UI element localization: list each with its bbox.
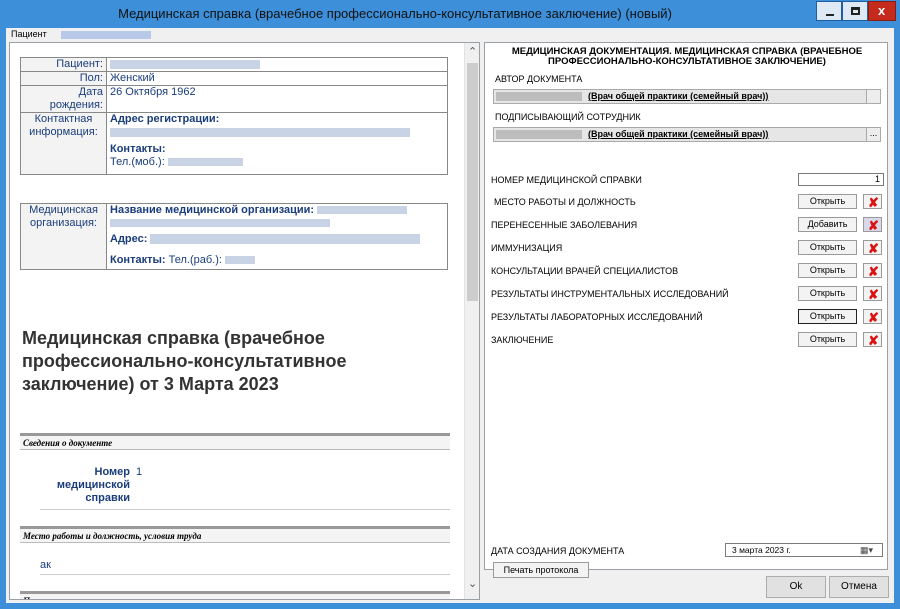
window-title: Медицинская справка (врачебное профессио… bbox=[118, 6, 672, 21]
app-window: Медицинская справка (врачебное профессио… bbox=[0, 0, 900, 609]
delete-icon: ✘ bbox=[868, 287, 879, 302]
organization-info-table: Медицинская организация: Название медици… bbox=[20, 203, 448, 270]
delete-icon: ✘ bbox=[868, 218, 879, 233]
print-protocol-button[interactable]: Печать протокола bbox=[493, 562, 589, 578]
delete-icon: ✘ bbox=[868, 241, 879, 256]
ok-button[interactable]: Ok bbox=[766, 576, 826, 598]
title-bar: Медицинская справка (врачебное профессио… bbox=[0, 0, 900, 28]
mobile-phone-label: Тел.(моб.): bbox=[110, 156, 165, 168]
delete-icon: ✘ bbox=[868, 333, 879, 348]
work-value: ак bbox=[40, 559, 51, 571]
row-label-laboratory: РЕЗУЛЬТАТЫ ЛАБОРАТОРНЫХ ИССЛЕДОВАНИЙ bbox=[491, 312, 703, 322]
calendar-dropdown-icon[interactable]: ▦▾ bbox=[860, 544, 880, 556]
patient-info-table: Пациент: Пол: Женский Дата рождения: 26 … bbox=[20, 57, 448, 175]
close-button[interactable]: x bbox=[868, 1, 896, 21]
org-value: Название медицинской организации: Адрес:… bbox=[106, 203, 448, 270]
sex-value: Женский bbox=[106, 71, 448, 86]
document-preview[interactable]: Пациент: Пол: Женский Дата рождения: 26 … bbox=[9, 42, 480, 600]
minimize-button[interactable] bbox=[816, 1, 842, 21]
contact-info-label: Контактная информация: bbox=[20, 112, 107, 175]
cert-number-label: НОМЕР МЕДИЦИНСКОЙ СПРАВКИ bbox=[491, 175, 642, 185]
signer-field[interactable]: (Врач общей практики (семейный врач)) ..… bbox=[493, 127, 881, 142]
cert-number-label: Номер медицинской справки bbox=[56, 466, 130, 504]
open-laboratory-button[interactable]: Открыть bbox=[798, 309, 857, 324]
org-contacts-label: Контакты: bbox=[110, 254, 166, 266]
dialog-body: Пациент Пациент: Пол: Женский Дата рожде… bbox=[6, 28, 894, 603]
cert-number-value: 1 bbox=[136, 466, 143, 478]
scroll-down-icon[interactable]: ⌄ bbox=[468, 579, 478, 590]
delete-diseases-button[interactable]: ✘ bbox=[863, 217, 882, 232]
creation-date-picker[interactable]: 3 марта 2023 г. ▦▾ bbox=[725, 543, 883, 557]
delete-icon: ✘ bbox=[868, 264, 879, 279]
row-label-consultations: КОНСУЛЬТАЦИИ ВРАЧЕЙ СПЕЦИАЛИСТОВ bbox=[491, 266, 679, 276]
delete-work-button[interactable]: ✘ bbox=[863, 194, 882, 209]
row-label-diseases: ПЕРЕНЕСЕННЫЕ ЗАБОЛЕВАНИЯ bbox=[491, 220, 638, 230]
patient-name-redacted bbox=[61, 30, 152, 39]
contact-info-value: Адрес регистрации: Контакты: Тел.(моб.): bbox=[106, 112, 448, 175]
section-document-info: Сведения о документе bbox=[20, 433, 450, 450]
reg-address-label: Адрес регистрации: bbox=[110, 113, 220, 125]
section-work: Место работы и должность, условия труда bbox=[20, 526, 450, 543]
org-phone-label: Тел.(раб.): bbox=[168, 254, 222, 266]
delete-icon: ✘ bbox=[868, 310, 879, 325]
scroll-up-icon[interactable]: ⌃ bbox=[468, 47, 478, 58]
open-instrumental-button[interactable]: Открыть bbox=[798, 286, 857, 301]
divider bbox=[40, 574, 450, 575]
patient-label-cell: Пациент: bbox=[20, 57, 107, 72]
row-label-work: МЕСТО РАБОТЫ И ДОЛЖНОСТЬ bbox=[494, 197, 636, 207]
maximize-icon bbox=[851, 7, 860, 15]
delete-immunization-button[interactable]: ✘ bbox=[863, 240, 882, 255]
delete-consultations-button[interactable]: ✘ bbox=[863, 263, 882, 278]
row-label-instrumental: РЕЗУЛЬТАТЫ ИНСТРУМЕНТАЛЬНЫХ ИССЛЕДОВАНИЙ bbox=[491, 289, 729, 299]
patient-label: Пациент bbox=[11, 29, 47, 39]
patient-header: Пациент bbox=[6, 28, 894, 42]
close-icon: x bbox=[878, 3, 886, 18]
delete-laboratory-button[interactable]: ✘ bbox=[863, 309, 882, 324]
delete-icon: ✘ bbox=[868, 195, 879, 210]
panel-title: МЕДИЦИНСКАЯ ДОКУМЕНТАЦИЯ. МЕДИЦИНСКАЯ СП… bbox=[511, 46, 863, 67]
open-work-button[interactable]: Открыть bbox=[798, 194, 857, 209]
scroll-thumb[interactable] bbox=[467, 63, 478, 301]
row-label-immunization: ИММУНИЗАЦИЯ bbox=[491, 243, 563, 253]
author-field[interactable]: (Врач общей практики (семейный врач)) bbox=[493, 89, 881, 104]
mobile-phone: Тел.(моб.): bbox=[110, 156, 444, 169]
patient-name-cell bbox=[106, 57, 448, 72]
delete-conclusion-button[interactable]: ✘ bbox=[863, 332, 882, 347]
signer-label: ПОДПИСЫВАЮЩИЙ СОТРУДНИК bbox=[495, 112, 641, 122]
document-heading: Медицинская справка (врачебное профессио… bbox=[22, 328, 347, 394]
cancel-button[interactable]: Отмена bbox=[829, 576, 889, 598]
maximize-button[interactable] bbox=[842, 1, 868, 21]
signer-name-redacted bbox=[496, 130, 582, 139]
dob-label: Дата рождения: bbox=[20, 85, 107, 113]
org-name-label: Название медицинской организации: bbox=[110, 204, 315, 216]
author-select-button[interactable] bbox=[866, 90, 880, 103]
document-form-panel: МЕДИЦИНСКАЯ ДОКУМЕНТАЦИЯ. МЕДИЦИНСКАЯ СП… bbox=[484, 42, 888, 578]
open-consultations-button[interactable]: Открыть bbox=[798, 263, 857, 278]
dob-value: 26 Октября 1962 bbox=[106, 85, 448, 113]
org-label: Медицинская организация: bbox=[20, 203, 107, 270]
author-name-redacted bbox=[496, 92, 582, 101]
open-conclusion-button[interactable]: Открыть bbox=[798, 332, 857, 347]
section-next: Пр bbox=[20, 591, 450, 599]
creation-date-value: 3 марта 2023 г. bbox=[732, 545, 791, 555]
divider bbox=[40, 509, 450, 510]
signer-role-link[interactable]: (Врач общей практики (семейный врач)) bbox=[588, 129, 768, 139]
row-label-conclusion: ЗАКЛЮЧЕНИЕ bbox=[491, 335, 554, 345]
signer-select-button[interactable]: ... bbox=[866, 128, 880, 141]
delete-instrumental-button[interactable]: ✘ bbox=[863, 286, 882, 301]
add-diseases-button[interactable]: Добавить bbox=[798, 217, 857, 232]
author-role-link[interactable]: (Врач общей практики (семейный врач)) bbox=[588, 91, 768, 101]
contacts-label: Контакты: bbox=[110, 143, 166, 155]
open-immunization-button[interactable]: Открыть bbox=[798, 240, 857, 255]
document-scrollbar[interactable]: ⌃ ⌄ bbox=[464, 43, 479, 599]
org-address-label: Адрес: bbox=[110, 233, 148, 245]
cert-number-input[interactable]: 1 bbox=[798, 173, 884, 186]
reg-address-redacted bbox=[110, 126, 444, 139]
creation-date-label: ДАТА СОЗДАНИЯ ДОКУМЕНТА bbox=[491, 546, 625, 556]
author-label: АВТОР ДОКУМЕНТА bbox=[495, 74, 583, 84]
minimize-icon bbox=[826, 14, 834, 16]
sex-label: Пол: bbox=[20, 71, 107, 86]
